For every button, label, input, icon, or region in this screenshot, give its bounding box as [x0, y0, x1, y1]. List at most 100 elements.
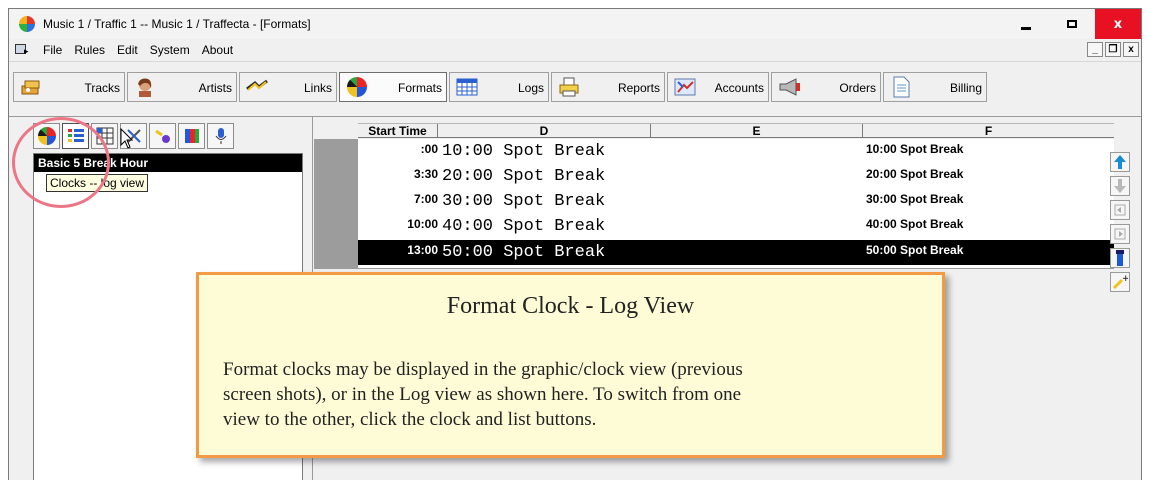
window-controls: x: [1003, 9, 1141, 39]
minimize-icon: [1021, 26, 1031, 30]
element-icon: [1116, 250, 1124, 266]
billing-icon: [888, 76, 914, 98]
mouse-cursor-icon: [120, 128, 134, 149]
formats-icon: [344, 76, 370, 98]
column-header-e[interactable]: E: [651, 124, 863, 138]
tab-accounts-label: Accounts: [714, 81, 764, 95]
table-row[interactable]: :00 10:00 Spot Break 10:00 Spot Break: [358, 139, 1114, 164]
cell-start-time: :00: [420, 142, 438, 156]
title-bar[interactable]: Music 1 / Traffic 1 -- Music 1 / Traffec…: [9, 9, 1141, 39]
callout-line: screen shots), or in the Log view as sho…: [223, 384, 742, 405]
cell-d: 40:00 Spot Break: [442, 217, 606, 236]
cell-d: 30:00 Spot Break: [442, 192, 606, 211]
color-icon: [184, 129, 199, 143]
minimize-button[interactable]: [1003, 9, 1049, 39]
tab-logs[interactable]: Logs: [449, 72, 549, 102]
tab-artists-label: Artists: [198, 81, 232, 95]
mdi-minimize-button[interactable]: _: [1087, 42, 1103, 57]
tab-tracks-label: Tracks: [84, 81, 120, 95]
highlight-circle: [12, 117, 110, 208]
accounts-icon: [672, 76, 698, 98]
tab-accounts[interactable]: Accounts: [667, 72, 769, 102]
tab-reports[interactable]: Reports: [551, 72, 665, 102]
add-element-button[interactable]: +: [1110, 272, 1130, 292]
svg-text:+: +: [1122, 274, 1128, 284]
menu-edit[interactable]: Edit: [111, 43, 144, 57]
callout-body: Format clocks may be displayed in the gr…: [223, 357, 923, 432]
tab-artists[interactable]: Artists: [127, 72, 237, 102]
column-header-f[interactable]: F: [863, 124, 1114, 138]
menu-rules[interactable]: Rules: [68, 43, 111, 57]
app-logo-icon: [19, 16, 35, 32]
row-tools-strip: +: [1110, 152, 1134, 292]
grid-header: Start Time D E F: [358, 123, 1114, 138]
table-row-selected[interactable]: 13:00 50:00 Spot Break 50:00 Spot Break: [358, 240, 1114, 265]
tab-tracks[interactable]: Tracks: [13, 72, 125, 102]
system-menu-icon[interactable]: ▸: [15, 43, 31, 57]
edit-button[interactable]: [149, 123, 176, 149]
cell-f: 20:00 Spot Break: [866, 167, 964, 181]
format-element-button[interactable]: [1110, 248, 1130, 268]
menu-system[interactable]: System: [144, 43, 196, 57]
tab-reports-label: Reports: [617, 81, 660, 95]
cell-d: 10:00 Spot Break: [442, 142, 606, 161]
grid-row-header-area: [314, 139, 358, 269]
table-row[interactable]: 10:00 40:00 Spot Break 40:00 Spot Break: [358, 214, 1114, 239]
tab-orders-label: Orders: [839, 81, 876, 95]
cell-start-time: 13:00: [407, 243, 438, 257]
logs-icon: [454, 76, 480, 98]
undo-button[interactable]: [1110, 200, 1130, 220]
mdi-close-button[interactable]: x: [1123, 42, 1139, 57]
microphone-icon: [215, 128, 226, 144]
magic-wand-icon: +: [1112, 274, 1128, 290]
tab-logs-label: Logs: [517, 81, 544, 95]
cell-start-time: 10:00: [407, 217, 438, 231]
color-button[interactable]: [178, 123, 205, 149]
cell-start-time: 3:30: [413, 167, 438, 181]
menu-about[interactable]: About: [196, 43, 239, 57]
menu-file[interactable]: File: [37, 43, 68, 57]
log-grid: :00 10:00 Spot Break 10:00 Spot Break 3:…: [358, 139, 1114, 269]
table-row[interactable]: 7:00 30:00 Spot Break 30:00 Spot Break: [358, 189, 1114, 214]
move-down-button[interactable]: [1110, 176, 1130, 196]
tab-billing[interactable]: Billing: [883, 72, 987, 102]
undo-icon: [1114, 204, 1126, 216]
mdi-restore-button[interactable]: ❐: [1105, 42, 1121, 57]
tab-links[interactable]: Links: [239, 72, 337, 102]
menu-bar: ▸ File Rules Edit System About _ ❐ x: [9, 39, 1141, 61]
table-row[interactable]: 3:30 20:00 Spot Break 20:00 Spot Break: [358, 164, 1114, 189]
tab-formats[interactable]: Formats: [339, 72, 447, 102]
arrow-up-icon: [1114, 155, 1126, 169]
megaphone-icon: [776, 76, 802, 98]
pencil-magic-icon: [154, 129, 170, 143]
callout-line: view to the other, click the clock and l…: [223, 409, 597, 430]
cell-f: 50:00 Spot Break: [866, 243, 964, 257]
tab-billing-label: Billing: [949, 81, 982, 95]
annotation-callout: Format Clock - Log View Format clocks ma…: [196, 272, 945, 458]
tab-formats-label: Formats: [397, 81, 442, 95]
arrow-down-icon: [1114, 179, 1126, 193]
cell-f: 40:00 Spot Break: [866, 217, 964, 231]
links-icon: [244, 76, 270, 98]
tab-links-label: Links: [303, 81, 332, 95]
maximize-button[interactable]: [1049, 9, 1095, 39]
callout-line: Format clocks may be displayed in the gr…: [223, 359, 743, 380]
cell-d: 20:00 Spot Break: [442, 167, 606, 186]
cell-d: 50:00 Spot Break: [442, 243, 606, 262]
maximize-icon: [1067, 20, 1077, 28]
close-button[interactable]: x: [1095, 9, 1141, 39]
tracks-icon: [18, 76, 44, 98]
column-header-start-time[interactable]: Start Time: [358, 124, 438, 138]
tab-orders[interactable]: Orders: [771, 72, 881, 102]
cell-f: 30:00 Spot Break: [866, 192, 964, 206]
main-toolbar: Tracks Artists Links Formats Logs Report…: [9, 61, 1141, 117]
column-header-d[interactable]: D: [438, 124, 651, 138]
artist-icon: [132, 76, 158, 98]
redo-button[interactable]: [1110, 224, 1130, 244]
microphone-button[interactable]: [207, 123, 234, 149]
redo-icon: [1114, 228, 1126, 240]
window-title: Music 1 / Traffic 1 -- Music 1 / Traffec…: [43, 17, 311, 31]
move-up-button[interactable]: [1110, 152, 1130, 172]
cell-f: 10:00 Spot Break: [866, 142, 964, 156]
mdi-controls: _ ❐ x: [1087, 42, 1139, 57]
